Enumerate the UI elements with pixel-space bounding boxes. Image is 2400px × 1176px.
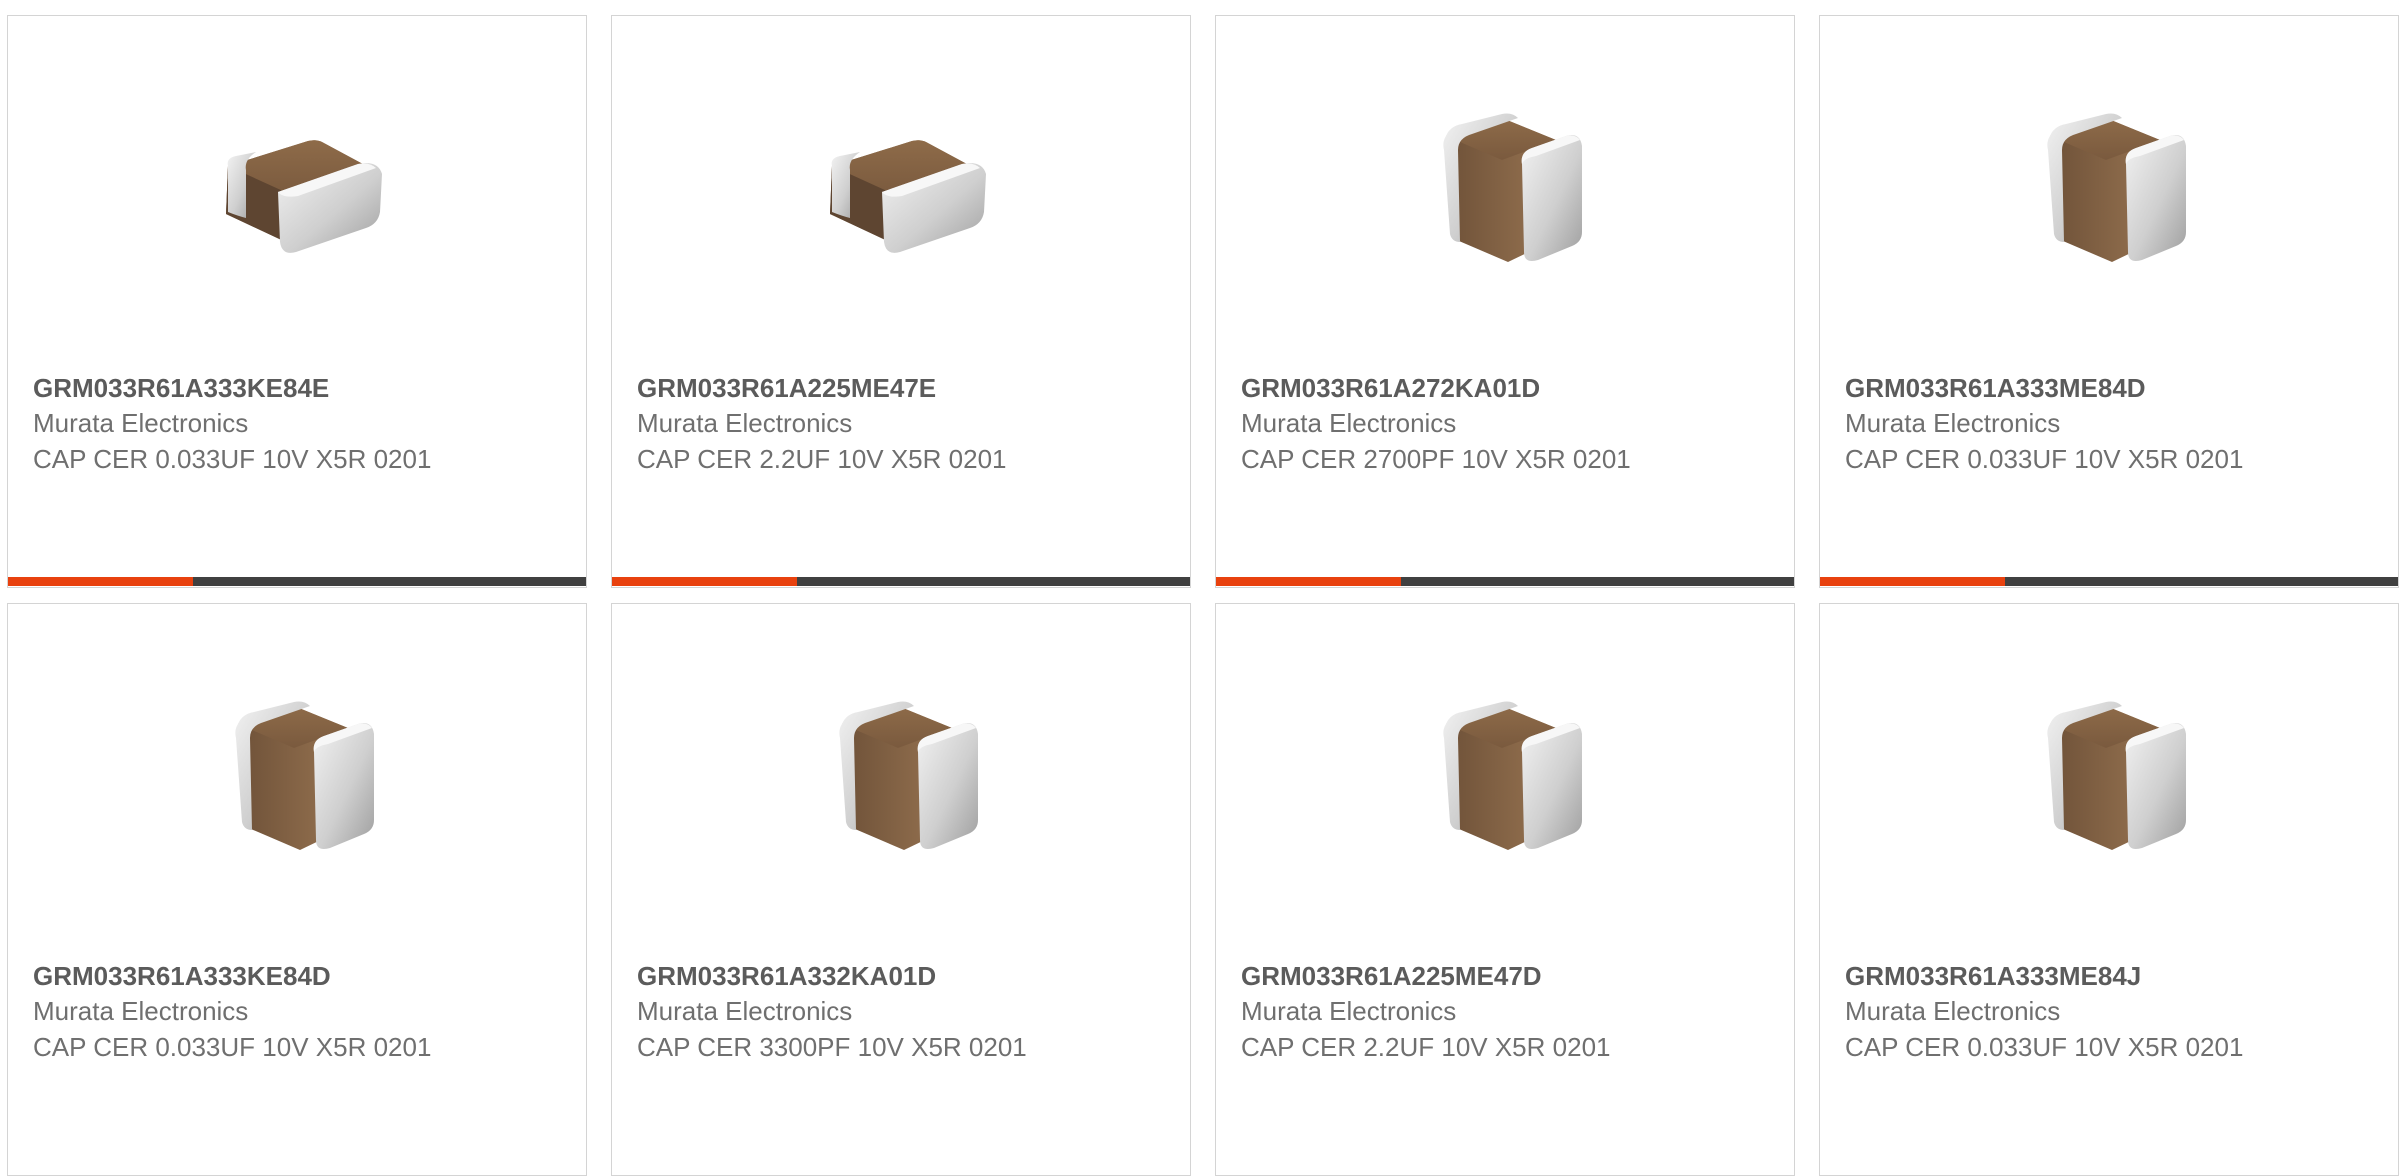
- manufacturer-name: Murata Electronics: [637, 408, 853, 438]
- product-info: GRM033R61A333ME84D Murata Electronics CA…: [1845, 371, 2265, 477]
- product-info: GRM033R61A333ME84J Murata Electronics CA…: [1845, 959, 2265, 1065]
- manufacturer-name: Murata Electronics: [1241, 408, 1457, 438]
- product-info: GRM033R61A332KA01D Murata Electronics CA…: [637, 959, 1057, 1065]
- product-description: CAP CER 3300PF 10V X5R 0201: [637, 1032, 1027, 1062]
- product-info: GRM033R61A333KE84D Murata Electronics CA…: [33, 959, 453, 1065]
- part-number[interactable]: GRM033R61A225ME47D: [1241, 959, 1661, 993]
- product-image[interactable]: [802, 86, 1002, 286]
- product-image[interactable]: [1406, 674, 1606, 874]
- progress-bar-fill: [8, 577, 193, 586]
- product-image[interactable]: [198, 674, 398, 874]
- product-card[interactable]: GRM033R61A225ME47E Murata Electronics CA…: [611, 15, 1191, 588]
- progress-bar-fill: [1820, 577, 2005, 586]
- progress-bar-fill: [1216, 577, 1401, 586]
- product-card[interactable]: GRM033R61A225ME47D Murata Electronics CA…: [1215, 603, 1795, 1176]
- ceramic-capacitor-flat-icon: [198, 86, 398, 286]
- ceramic-capacitor-tall-icon: [1406, 674, 1606, 874]
- product-card[interactable]: GRM033R61A332KA01D Murata Electronics CA…: [611, 603, 1191, 1176]
- part-number[interactable]: GRM033R61A272KA01D: [1241, 371, 1661, 405]
- part-number[interactable]: GRM033R61A333ME84D: [1845, 371, 2265, 405]
- product-info: GRM033R61A225ME47D Murata Electronics CA…: [1241, 959, 1661, 1065]
- product-description: CAP CER 2700PF 10V X5R 0201: [1241, 444, 1631, 474]
- ceramic-capacitor-tall-icon: [802, 674, 1002, 874]
- manufacturer-name: Murata Electronics: [33, 996, 249, 1026]
- product-card[interactable]: GRM033R61A272KA01D Murata Electronics CA…: [1215, 15, 1795, 588]
- product-description: CAP CER 0.033UF 10V X5R 0201: [1845, 1032, 2244, 1062]
- progress-bar-fill: [612, 577, 797, 586]
- manufacturer-name: Murata Electronics: [1845, 408, 2061, 438]
- progress-bar: [612, 577, 1190, 586]
- part-number[interactable]: GRM033R61A333KE84D: [33, 959, 453, 993]
- progress-bar: [8, 577, 586, 586]
- product-image[interactable]: [802, 674, 1002, 874]
- product-description: CAP CER 0.033UF 10V X5R 0201: [33, 444, 432, 474]
- progress-bar: [1820, 577, 2398, 586]
- ceramic-capacitor-tall-icon: [2010, 674, 2210, 874]
- product-image[interactable]: [2010, 86, 2210, 286]
- part-number[interactable]: GRM033R61A333ME84J: [1845, 959, 2265, 993]
- part-number[interactable]: GRM033R61A225ME47E: [637, 371, 1057, 405]
- part-number[interactable]: GRM033R61A333KE84E: [33, 371, 453, 405]
- ceramic-capacitor-tall-icon: [1406, 86, 1606, 286]
- product-description: CAP CER 0.033UF 10V X5R 0201: [1845, 444, 2244, 474]
- product-image[interactable]: [198, 86, 398, 286]
- product-image[interactable]: [1406, 86, 1606, 286]
- manufacturer-name: Murata Electronics: [1241, 996, 1457, 1026]
- part-number[interactable]: GRM033R61A332KA01D: [637, 959, 1057, 993]
- manufacturer-name: Murata Electronics: [1845, 996, 2061, 1026]
- product-card[interactable]: GRM033R61A333KE84D Murata Electronics CA…: [7, 603, 587, 1176]
- product-info: GRM033R61A225ME47E Murata Electronics CA…: [637, 371, 1057, 477]
- ceramic-capacitor-tall-icon: [2010, 86, 2210, 286]
- product-card[interactable]: GRM033R61A333ME84D Murata Electronics CA…: [1819, 15, 2399, 588]
- product-description: CAP CER 0.033UF 10V X5R 0201: [33, 1032, 432, 1062]
- product-info: GRM033R61A333KE84E Murata Electronics CA…: [33, 371, 453, 477]
- manufacturer-name: Murata Electronics: [637, 996, 853, 1026]
- product-image[interactable]: [2010, 674, 2210, 874]
- product-info: GRM033R61A272KA01D Murata Electronics CA…: [1241, 371, 1661, 477]
- progress-bar: [1216, 577, 1794, 586]
- product-grid: GRM033R61A333KE84E Murata Electronics CA…: [7, 15, 2399, 1176]
- product-description: CAP CER 2.2UF 10V X5R 0201: [637, 444, 1007, 474]
- ceramic-capacitor-tall-icon: [198, 674, 398, 874]
- ceramic-capacitor-flat-icon: [802, 86, 1002, 286]
- manufacturer-name: Murata Electronics: [33, 408, 249, 438]
- product-card[interactable]: GRM033R61A333ME84J Murata Electronics CA…: [1819, 603, 2399, 1176]
- product-card[interactable]: GRM033R61A333KE84E Murata Electronics CA…: [7, 15, 587, 588]
- product-description: CAP CER 2.2UF 10V X5R 0201: [1241, 1032, 1611, 1062]
